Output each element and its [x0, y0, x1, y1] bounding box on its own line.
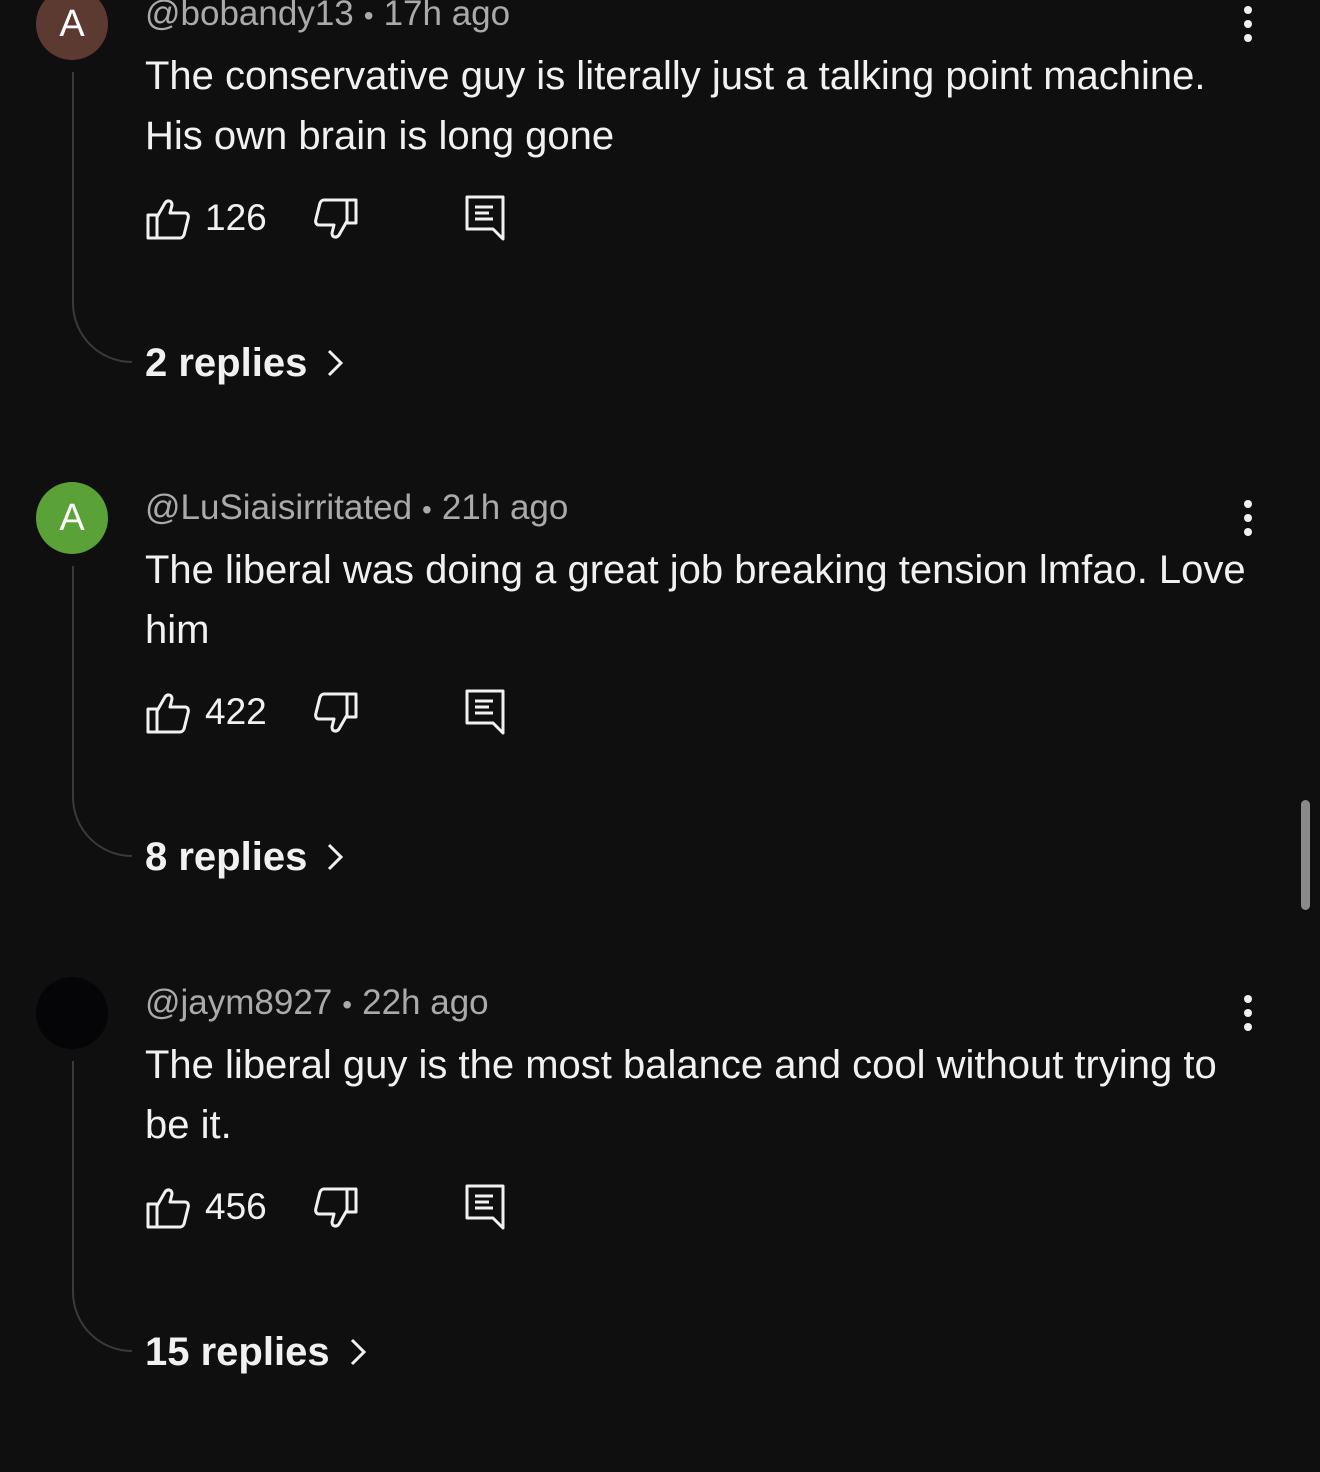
comment-actions: 126 — [145, 193, 645, 243]
scrollbar[interactable] — [1301, 800, 1310, 910]
comment-text: The liberal guy is the most balance and … — [145, 1043, 1217, 1147]
comment-meta: @LuSiaisirritated • 21h ago — [145, 486, 568, 532]
thread-line — [72, 566, 132, 857]
comment-item: A @LuSiaisirritated • 21h ago The liberal … — [0, 482, 1320, 977]
replies-button[interactable]: 15 replies — [145, 1327, 368, 1377]
thumbs-down-icon[interactable] — [313, 1186, 359, 1230]
avatar[interactable]: A — [36, 482, 108, 554]
replies-label: 8 replies — [145, 835, 308, 879]
comment-username[interactable]: @jaym8927 — [145, 983, 332, 1022]
thumbs-up-icon[interactable] — [145, 197, 191, 241]
like-count: 126 — [205, 197, 267, 238]
more-vertical-icon[interactable] — [1228, 496, 1268, 540]
avatar[interactable]: A — [36, 0, 108, 60]
replies-button[interactable]: 2 replies — [145, 338, 345, 388]
comment-text: The conservative guy is literally just a… — [145, 54, 1206, 158]
reply-icon[interactable] — [463, 1182, 509, 1232]
replies-button[interactable]: 8 replies — [145, 832, 345, 882]
meta-separator: • — [342, 989, 353, 1020]
reply-icon[interactable] — [463, 687, 509, 737]
chevron-right-icon — [328, 843, 344, 871]
thumbs-down-icon[interactable] — [313, 691, 359, 735]
comment-time: 17h ago — [383, 0, 511, 33]
comment-actions: 456 — [145, 1182, 645, 1232]
replies-label: 2 replies — [145, 341, 308, 385]
comment-meta: @bobandy13 • 17h ago — [145, 0, 510, 38]
like-count: 422 — [205, 691, 267, 732]
thumbs-down-icon[interactable] — [313, 197, 359, 241]
avatar[interactable] — [36, 977, 108, 1049]
more-vertical-icon[interactable] — [1228, 2, 1268, 46]
comment-time: 22h ago — [362, 983, 489, 1022]
thread-line — [72, 72, 132, 363]
like-count: 456 — [205, 1186, 267, 1227]
thumbs-up-icon[interactable] — [145, 691, 191, 735]
chevron-right-icon — [350, 1338, 366, 1366]
thumbs-up-icon[interactable] — [145, 1186, 191, 1230]
comment-meta: @jaym8927 • 22h ago — [145, 981, 489, 1027]
reply-icon[interactable] — [463, 193, 509, 243]
replies-label: 15 replies — [145, 1330, 330, 1374]
meta-separator: • — [363, 0, 374, 31]
comment-time: 21h ago — [441, 488, 569, 527]
thread-line — [72, 1061, 132, 1352]
comment-actions: 422 — [145, 687, 645, 737]
chevron-right-icon — [328, 349, 344, 377]
comment-username[interactable]: @bobandy13 — [145, 0, 354, 33]
comment-text: The liberal was doing a great job breaki… — [145, 548, 1246, 652]
comment-item: A @bobandy13 • 17h ago The conservative gu… — [0, 0, 1320, 483]
meta-separator: • — [422, 494, 432, 525]
more-vertical-icon[interactable] — [1228, 991, 1268, 1035]
comment-username[interactable]: @LuSiaisirritated — [145, 488, 412, 527]
comment-item: @jaym8927 • 22h ago The liberal guy is the… — [0, 977, 1320, 1472]
